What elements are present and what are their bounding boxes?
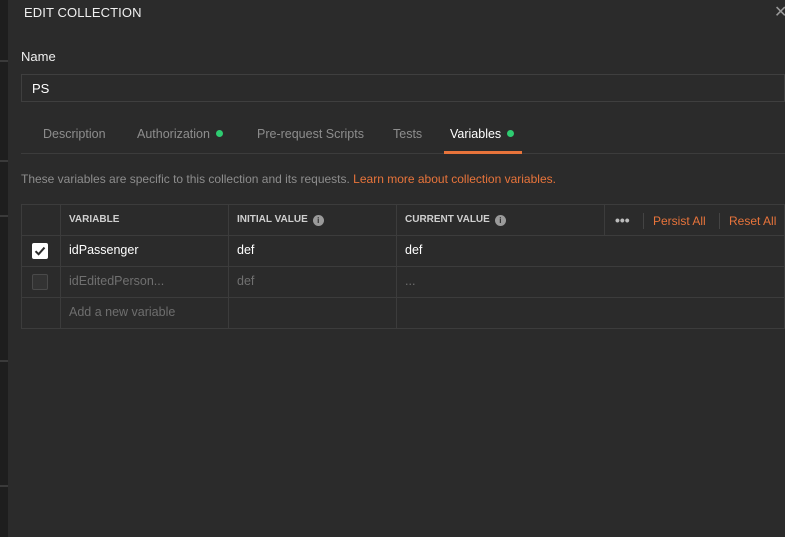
edit-collection-modal: EDIT COLLECTION ✕ Name Description Autho… (8, 0, 785, 537)
persist-all-button[interactable]: Persist All (653, 205, 706, 235)
learn-more-link[interactable]: Learn more about collection variables. (353, 172, 556, 186)
tab-label: Description (43, 127, 106, 141)
header-variable: VARIABLE (60, 205, 228, 235)
table-row: idPassenger def def (21, 236, 785, 267)
status-dot (507, 130, 515, 137)
reset-all-button[interactable]: Reset All (729, 205, 776, 235)
info-icon[interactable]: i (312, 215, 324, 226)
checkmark-icon (34, 246, 46, 256)
header-checkbox-cell (22, 205, 60, 235)
add-variable-input[interactable]: Add a new variable (60, 298, 228, 328)
background-panel-strip (0, 0, 8, 537)
tab-tests[interactable]: Tests (393, 117, 422, 153)
current-value-cell[interactable]: def (396, 236, 604, 266)
more-options-icon[interactable]: ••• (615, 205, 630, 235)
close-icon[interactable]: ✕ (774, 2, 785, 22)
tab-description[interactable]: Description (43, 117, 106, 153)
initial-value-cell[interactable]: def (228, 267, 396, 297)
tab-label: Pre-request Scripts (257, 127, 364, 141)
name-label: Name (21, 49, 56, 64)
checkbox-cell (22, 267, 60, 297)
enabled-checkbox[interactable] (32, 243, 48, 259)
info-description: These variables are specific to this col… (21, 172, 354, 186)
checkbox-cell (22, 298, 60, 328)
tab-label: Tests (393, 127, 423, 141)
table-row: idEditedPerson... def ... (21, 267, 785, 298)
header-current-label: CURRENT VALUE (405, 214, 490, 225)
table-row-new: Add a new variable (21, 298, 785, 329)
divider (719, 213, 720, 229)
tab-label: Authorization (137, 127, 210, 141)
new-initial-value-cell[interactable] (228, 298, 396, 328)
modal-title: EDIT COLLECTION (24, 5, 142, 20)
tab-bar: Description Authorization Pre-request Sc… (21, 117, 785, 154)
header-initial-value: INITIAL VALUE i (228, 205, 396, 235)
header-current-value: CURRENT VALUE i (396, 205, 604, 235)
variables-table: VARIABLE INITIAL VALUE i CURRENT VALUE i •… (21, 204, 785, 329)
info-icon[interactable]: i (494, 215, 506, 226)
tab-variables[interactable]: Variables (443, 117, 523, 154)
tab-authorization[interactable]: Authorization (137, 117, 223, 153)
variables-info-text: These variables are specific to this col… (21, 172, 556, 186)
initial-value-cell[interactable]: def (228, 236, 396, 266)
table-header-row: VARIABLE INITIAL VALUE i CURRENT VALUE i •… (21, 204, 785, 236)
variable-name-cell[interactable]: idPassenger (60, 236, 228, 266)
checkbox-cell (22, 236, 60, 266)
divider (643, 213, 644, 229)
tab-pre-request-scripts[interactable]: Pre-request Scripts (257, 117, 364, 153)
collection-name-input[interactable] (21, 74, 785, 102)
header-actions: ••• Persist All Reset All (604, 205, 785, 235)
current-value-cell[interactable]: ... (396, 267, 604, 297)
new-current-value-cell[interactable] (396, 298, 604, 328)
status-dot (215, 130, 223, 137)
variable-name-cell[interactable]: idEditedPerson... (60, 267, 228, 297)
enabled-checkbox[interactable] (32, 274, 48, 290)
tab-label: Variables (450, 127, 502, 141)
header-initial-label: INITIAL VALUE (237, 214, 308, 225)
header-variable-label: VARIABLE (69, 214, 120, 225)
